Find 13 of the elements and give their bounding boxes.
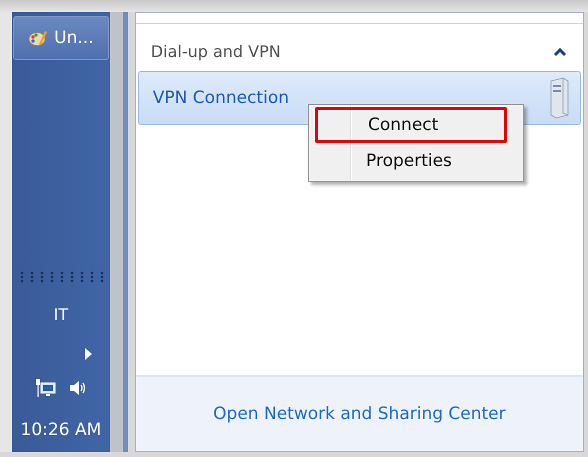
show-hidden-icons-arrow-icon[interactable] xyxy=(84,348,92,360)
collapse-chevron-icon[interactable] xyxy=(553,46,568,56)
taskbar-app-button[interactable]: Un... xyxy=(12,16,109,60)
network-sharing-center-link[interactable]: Open Network and Sharing Center xyxy=(213,404,506,424)
language-indicator[interactable]: IT xyxy=(54,305,68,324)
server-icon xyxy=(548,77,570,119)
menu-item[interactable]: Properties xyxy=(313,143,519,179)
network-icon[interactable] xyxy=(34,378,56,398)
menu-item[interactable]: Connect xyxy=(315,107,507,143)
speaker-icon[interactable] xyxy=(68,378,88,398)
paint-palette-icon xyxy=(28,29,48,47)
section-title: Dial-up and VPN xyxy=(150,42,281,61)
clock[interactable]: 10:26 AM xyxy=(20,420,102,440)
